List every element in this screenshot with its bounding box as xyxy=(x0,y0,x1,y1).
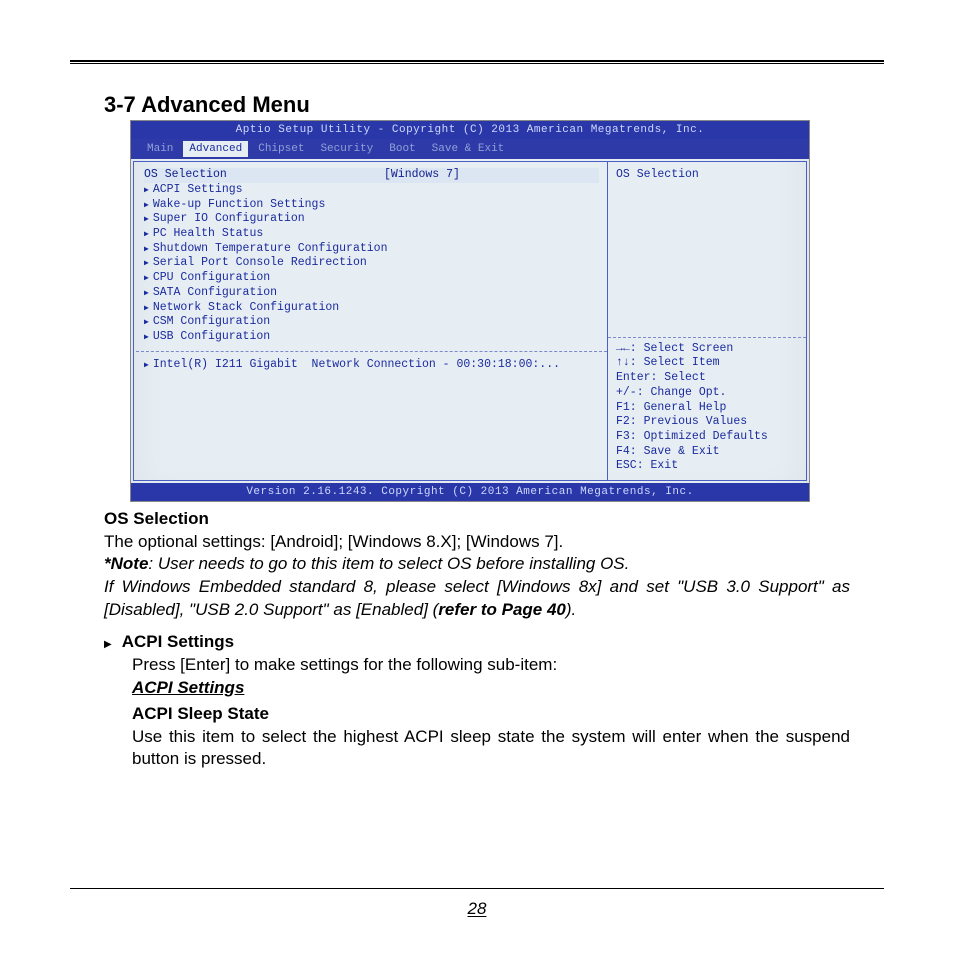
bios-help-panel: OS Selection →←: Select Screen ↑↓: Selec… xyxy=(607,161,807,481)
note-paragraph: If Windows Embedded standard 8, please s… xyxy=(104,576,850,621)
acpi-bullet-row: ACPI Settings xyxy=(104,631,850,654)
bios-tab-chipset[interactable]: Chipset xyxy=(252,141,310,157)
bios-tab-row: Main Advanced Chipset Security Boot Save… xyxy=(131,139,809,159)
bios-menu-panel: OS Selection [Windows 7] ACPI Settings W… xyxy=(133,161,607,481)
page-number: 28 xyxy=(0,899,954,919)
bios-screenshot: Aptio Setup Utility - Copyright (C) 2013… xyxy=(130,120,810,502)
bios-help-title: OS Selection xyxy=(616,168,798,183)
bios-item[interactable]: USB Configuration xyxy=(144,330,599,345)
acpi-enter-text: Press [Enter] to make settings for the f… xyxy=(132,654,850,677)
bios-bottombar: Version 2.16.1243. Copyright (C) 2013 Am… xyxy=(131,483,809,501)
bios-item[interactable]: SATA Configuration xyxy=(144,286,599,301)
bios-tab-advanced[interactable]: Advanced xyxy=(183,141,248,157)
acpi-settings-heading: ACPI Settings xyxy=(122,631,234,654)
section-heading: 3-7 Advanced Menu xyxy=(104,92,884,118)
os-selection-text: The optional settings: [Android]; [Windo… xyxy=(104,531,850,554)
bios-item-label: OS Selection xyxy=(144,168,384,183)
bios-tab-main[interactable]: Main xyxy=(141,141,179,157)
note-rest: : User needs to go to this item to selec… xyxy=(148,554,629,573)
footer-rule xyxy=(70,888,884,889)
bios-item[interactable]: Super IO Configuration xyxy=(144,212,599,227)
bios-item-network[interactable]: Intel(R) I211 Gigabit Network Connection… xyxy=(144,358,599,373)
os-selection-heading: OS Selection xyxy=(104,508,850,531)
bios-item[interactable]: Shutdown Temperature Configuration xyxy=(144,242,599,257)
top-rule xyxy=(70,60,884,64)
bios-item[interactable]: Serial Port Console Redirection xyxy=(144,256,599,271)
bios-item[interactable]: PC Health Status xyxy=(144,227,599,242)
bios-item[interactable]: CSM Configuration xyxy=(144,315,599,330)
bios-tab-security[interactable]: Security xyxy=(314,141,379,157)
acpi-settings-subheading: ACPI Settings xyxy=(132,677,850,700)
bios-item[interactable]: Network Stack Configuration xyxy=(144,301,599,316)
bios-help-keys: →←: Select Screen ↑↓: Select Item Enter:… xyxy=(616,333,798,474)
bios-divider xyxy=(136,351,607,352)
bios-item[interactable]: Wake-up Function Settings xyxy=(144,198,599,213)
bios-tab-save-exit[interactable]: Save & Exit xyxy=(426,141,511,157)
note-lead: *Note xyxy=(104,554,148,573)
triangle-icon xyxy=(104,631,112,654)
note-line: *Note: User needs to go to this item to … xyxy=(104,553,850,576)
bios-topbar: Aptio Setup Utility - Copyright (C) 2013… xyxy=(131,121,809,139)
acpi-sleep-text: Use this item to select the highest ACPI… xyxy=(132,726,850,771)
bios-item-os-selection[interactable]: OS Selection [Windows 7] xyxy=(144,168,599,183)
bios-item-value: [Windows 7] xyxy=(384,168,460,183)
bios-item[interactable]: ACPI Settings xyxy=(144,183,599,198)
acpi-sleep-heading: ACPI Sleep State xyxy=(132,703,850,726)
bios-tab-boot[interactable]: Boot xyxy=(383,141,421,157)
bios-item[interactable]: CPU Configuration xyxy=(144,271,599,286)
